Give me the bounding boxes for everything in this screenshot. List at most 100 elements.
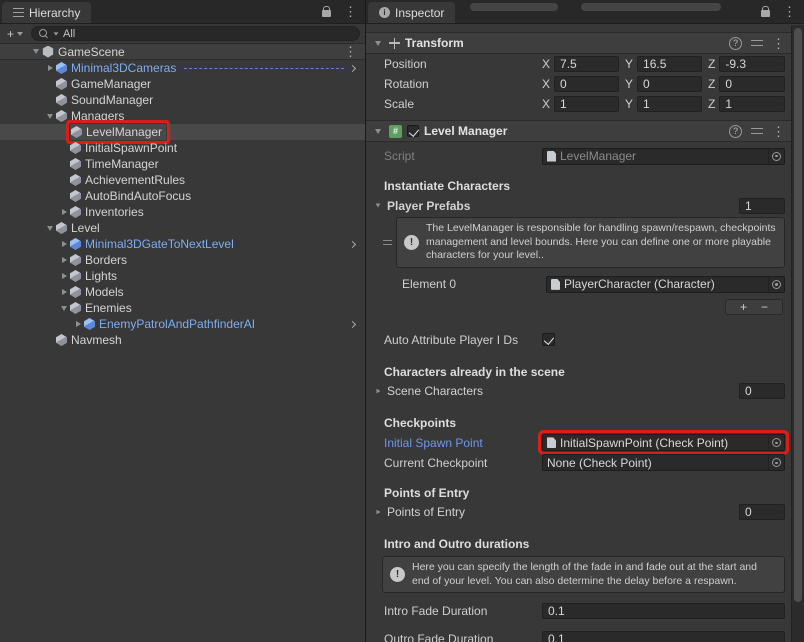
- axis-x-label[interactable]: X: [542, 97, 550, 111]
- tree-item-level[interactable]: Level: [0, 220, 365, 236]
- remove-element-button[interactable]: −: [761, 301, 768, 313]
- help-icon[interactable]: ?: [729, 36, 742, 50]
- foldout-arrow[interactable]: [44, 65, 56, 71]
- scale-label[interactable]: Scale: [384, 97, 536, 111]
- element0-object-field[interactable]: PlayerCharacter (Character): [546, 275, 785, 293]
- object-picker-button[interactable]: [768, 148, 784, 164]
- auto-attribute-label[interactable]: Auto Attribute Player I Ds: [384, 333, 536, 347]
- scene-kebab-icon[interactable]: ⋮: [344, 45, 357, 58]
- lock-icon[interactable]: [761, 6, 770, 17]
- auto-attribute-checkbox[interactable]: [542, 333, 555, 347]
- tree-item-minimal3dcameras[interactable]: Minimal3DCameras: [0, 60, 365, 76]
- rotation-x-field[interactable]: [554, 76, 619, 92]
- foldout-arrow[interactable]: [58, 289, 70, 295]
- player-prefabs-foldout[interactable]: Player Prefabs: [366, 196, 791, 215]
- initial-spawn-object-field[interactable]: InitialSpawnPoint (Check Point): [542, 434, 785, 452]
- object-picker-button[interactable]: [768, 455, 784, 471]
- component-kebab-icon[interactable]: ⋮: [772, 125, 785, 138]
- foldout-arrow[interactable]: [44, 113, 56, 119]
- tree-item-lights[interactable]: Lights: [0, 268, 365, 284]
- outro-fade-label[interactable]: Outro Fade Duration: [384, 632, 536, 642]
- help-icon[interactable]: ?: [729, 124, 742, 138]
- tree-item-initialspawnpoint[interactable]: InitialSpawnPoint: [0, 140, 365, 156]
- tree-item-enemies[interactable]: Enemies: [0, 300, 365, 316]
- tree-item-inventories[interactable]: Inventories: [0, 204, 365, 220]
- add-object-button[interactable]: +: [5, 27, 25, 41]
- foldout-arrow[interactable]: [58, 273, 70, 279]
- component-enabled-checkbox[interactable]: [407, 125, 419, 137]
- prefab-open-chevron-icon[interactable]: [348, 320, 357, 328]
- presets-icon[interactable]: [751, 38, 763, 48]
- presets-icon[interactable]: [751, 126, 763, 136]
- axis-y-label[interactable]: Y: [625, 97, 633, 111]
- foldout-arrow[interactable]: [72, 321, 84, 327]
- object-picker-button[interactable]: [768, 435, 784, 451]
- rotation-y-field[interactable]: [637, 76, 702, 92]
- intro-fade-field[interactable]: [542, 603, 785, 620]
- rotation-label[interactable]: Rotation: [384, 77, 536, 91]
- tree-item-borders[interactable]: Borders: [0, 252, 365, 268]
- scale-x-field[interactable]: [554, 96, 619, 112]
- foldout-arrow[interactable]: [30, 49, 42, 54]
- tree-item-enemypatrol[interactable]: EnemyPatrolAndPathfinderAI: [0, 316, 365, 332]
- foldout-arrow[interactable]: [58, 305, 70, 311]
- element0-label[interactable]: Element 0: [402, 277, 542, 291]
- foldout-arrow[interactable]: [58, 209, 70, 215]
- level-manager-component-header[interactable]: # Level Manager ? ⋮: [366, 120, 791, 142]
- tree-item-gamemanager[interactable]: GameManager: [0, 76, 365, 92]
- rotation-z-field[interactable]: [719, 76, 785, 92]
- tree-item-achievementrules[interactable]: AchievementRules: [0, 172, 365, 188]
- position-x-field[interactable]: [554, 56, 619, 72]
- axis-z-label[interactable]: Z: [708, 97, 715, 111]
- position-label[interactable]: Position: [384, 57, 536, 71]
- foldout-arrow[interactable]: [58, 257, 70, 263]
- tree-item-navmesh[interactable]: Navmesh: [0, 332, 365, 348]
- foldout-arrow[interactable]: [372, 509, 384, 515]
- inspector-scrollbar[interactable]: [791, 25, 804, 642]
- position-y-field[interactable]: [637, 56, 702, 72]
- position-z-field[interactable]: [719, 56, 785, 72]
- transform-component-header[interactable]: Transform ? ⋮: [366, 32, 791, 54]
- kebab-menu-icon[interactable]: ⋮: [344, 5, 357, 18]
- foldout-arrow[interactable]: [372, 128, 384, 134]
- hierarchy-search[interactable]: [31, 26, 360, 41]
- axis-z-label[interactable]: Z: [708, 77, 715, 91]
- scrollbar-thumb[interactable]: [794, 28, 802, 602]
- foldout-arrow[interactable]: [58, 241, 70, 247]
- object-picker-button[interactable]: [768, 276, 784, 292]
- foldout-arrow[interactable]: [372, 388, 384, 394]
- current-checkpoint-object-field[interactable]: None (Check Point): [542, 454, 785, 472]
- initial-spawn-label[interactable]: Initial Spawn Point: [384, 436, 536, 450]
- lock-icon[interactable]: [322, 6, 331, 17]
- scale-y-field[interactable]: [637, 96, 702, 112]
- current-checkpoint-label[interactable]: Current Checkpoint: [384, 456, 536, 470]
- hierarchy-search-input[interactable]: [63, 27, 352, 40]
- foldout-arrow[interactable]: [44, 225, 56, 231]
- foldout-arrow[interactable]: [372, 40, 384, 46]
- axis-z-label[interactable]: Z: [708, 57, 715, 71]
- scale-z-field[interactable]: [719, 96, 785, 112]
- tab-hierarchy[interactable]: Hierarchy: [2, 2, 92, 23]
- axis-x-label[interactable]: X: [542, 57, 550, 71]
- intro-fade-label[interactable]: Intro Fade Duration: [384, 604, 536, 618]
- kebab-menu-icon[interactable]: ⋮: [783, 5, 796, 18]
- tree-item-levelmanager[interactable]: LevelManager: [0, 124, 365, 140]
- tree-item-models[interactable]: Models: [0, 284, 365, 300]
- axis-y-label[interactable]: Y: [625, 77, 633, 91]
- scene-characters-size-field[interactable]: [739, 383, 785, 400]
- player-prefabs-size-field[interactable]: [739, 197, 785, 214]
- script-object-field[interactable]: LevelManager: [542, 147, 785, 165]
- scene-characters-foldout[interactable]: Scene Characters: [366, 382, 791, 401]
- points-of-entry-foldout[interactable]: Points of Entry: [366, 503, 791, 522]
- scene-row[interactable]: GameScene ⋮: [0, 44, 365, 60]
- component-kebab-icon[interactable]: ⋮: [772, 37, 785, 50]
- tree-item-autobindautofocus[interactable]: AutoBindAutoFocus: [0, 188, 365, 204]
- tree-item-managers[interactable]: Managers: [0, 108, 365, 124]
- outro-fade-field[interactable]: [542, 631, 785, 642]
- axis-y-label[interactable]: Y: [625, 57, 633, 71]
- prefab-open-chevron-icon[interactable]: [348, 64, 357, 72]
- axis-x-label[interactable]: X: [542, 77, 550, 91]
- tree-item-timemanager[interactable]: TimeManager: [0, 156, 365, 172]
- add-element-button[interactable]: +: [740, 301, 747, 313]
- foldout-arrow[interactable]: [372, 203, 384, 208]
